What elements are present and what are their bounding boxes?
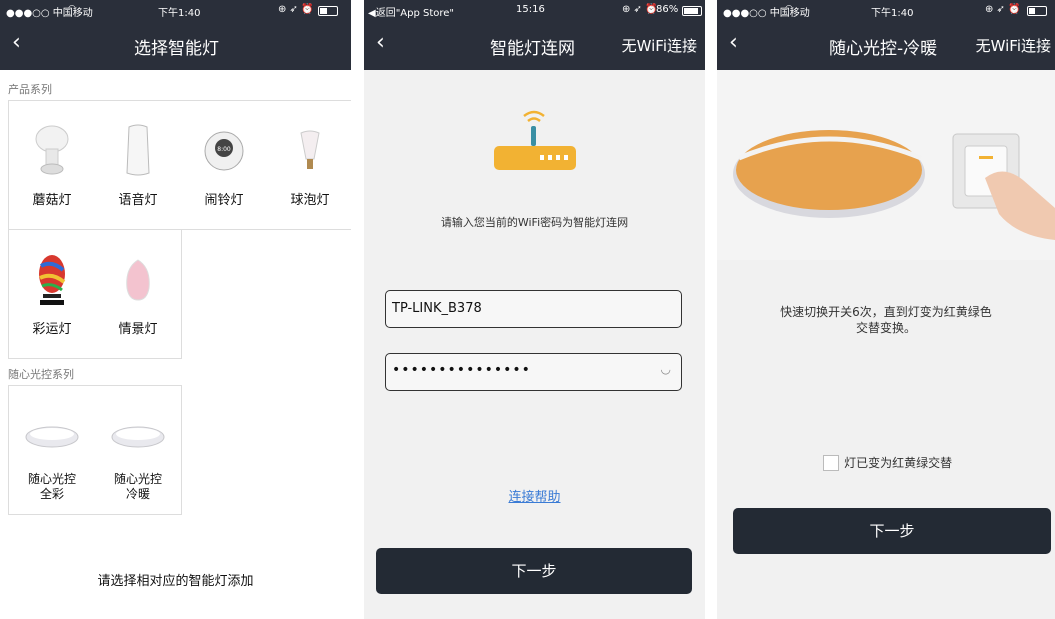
wifi-icon: ◠ [785,4,793,14]
label-line2: 全彩 [39,487,64,501]
battery-icon [318,6,338,16]
back-button[interactable]: ‹ [729,30,738,55]
ssid-value: TP-LINK_B378 [392,301,482,316]
status-icons: ⊕ ➶ ⏰ [278,4,314,15]
carrier-text: ●●●○○ 中国移动 [6,8,93,19]
alarm-lamp-icon: 8:00 [181,121,267,181]
product-mushroom-lamp[interactable]: 蘑菇灯 [9,101,96,230]
product-color-lamp[interactable]: 彩运灯 [9,230,96,359]
no-wifi-button[interactable]: 无WiFi连接 [976,35,1051,56]
nav-bar: ‹ 选择智能灯 [0,20,351,70]
illustration [717,70,1055,260]
nav-bar: ‹ 智能灯连网 无WiFi连接 [364,20,705,70]
product-voice-lamp[interactable]: 语音灯 [95,101,182,230]
bulb-lamp-icon [267,121,351,181]
control-grid: 随心光控 全彩 随心光控 冷暖 [8,385,182,515]
page-title: 随心光控-冷暖 [829,39,938,59]
product-control-fullcolor[interactable]: 随心光控 全彩 [9,386,96,515]
password-field[interactable]: ••••••••••••••• ◡ [385,353,682,391]
back-to-app-link[interactable]: ◀返回"App Store" [368,4,454,19]
connect-help-link[interactable]: 连接帮助 [364,486,705,505]
footer-hint: 请选择相对应的智能灯添加 [97,574,254,589]
product-label: 彩运灯 [32,322,72,337]
mushroom-lamp-icon [9,121,95,181]
confirm-checkbox[interactable] [823,454,839,471]
product-label: 球泡灯 [290,193,330,208]
product-label: 语音灯 [118,193,158,208]
product-label: 情景灯 [118,322,158,337]
checkbox-label: 灯已变为红黄绿交替 [844,456,953,470]
router-icon [490,104,578,180]
battery-icon [682,6,702,16]
status-icons: ⊕ ➶ ⏰ [985,4,1021,15]
ceiling-lamp-icon [95,406,181,466]
carrier-text: ●●●○○ 中国移动 [723,8,810,19]
color-lamp-icon [9,250,95,310]
next-button[interactable]: 下一步 [376,548,692,594]
voice-lamp-icon [95,121,181,181]
instruction-line1: 快速切换开关6次，直到灯变为红黄绿色 [780,305,992,319]
product-label: 蘑菇灯 [32,193,72,208]
scene-lamp-icon [95,250,181,310]
time-text: 下午1:40 [158,8,201,19]
product-label: 随心光控 冷暖 [95,472,181,502]
product-bulb-lamp[interactable]: 球泡灯 [267,101,351,230]
wifi-instruction: 请输入您当前的WiFi密码为智能灯连网 [440,216,629,229]
section-label-control: 随心光控系列 [8,368,74,381]
eye-icon[interactable]: ◡ [661,362,671,376]
product-alarm-lamp[interactable]: 8:00 闹铃灯 [181,101,268,230]
status-bar: ●●●○○ 中国移动 ◠ 下午1:40 ⊕ ➶ ⏰ [0,0,351,20]
section-label-products: 产品系列 [8,83,52,96]
time-text: 15:16 [516,4,545,15]
reset-instruction: 快速切换开关6次，直到灯变为红黄绿色 交替变换。 [717,304,1055,336]
ssid-field[interactable]: TP-LINK_B378 [385,290,682,328]
status-bar: ●●●○○ 中国移动 ◠ 下午1:40 ⊕ ➶ ⏰ [717,0,1055,20]
product-grid: 蘑菇灯 语音灯 8:00 闹铃灯 球泡灯 彩运灯 情景灯 [8,100,351,359]
status-icons: ⊕ ➶ ⏰ [622,4,658,15]
product-control-warmcool[interactable]: 随心光控 冷暖 [95,386,182,515]
label-line2: 冷暖 [125,487,150,501]
confirm-checkbox-row[interactable]: 灯已变为红黄绿交替 [823,452,952,471]
ceiling-lamp-icon [9,406,95,466]
nav-bar: ‹ 随心光控-冷暖 无WiFi连接 [717,20,1055,70]
password-value: ••••••••••••••• [392,362,531,378]
label-line1: 随心光控 [27,472,76,486]
ceiling-lamp-switch-illustration [733,130,1055,240]
back-button[interactable]: ‹ [376,30,385,55]
page-title: 选择智能灯 [134,39,219,59]
back-button[interactable]: ‹ [12,30,21,55]
status-bar: ◀返回"App Store" 15:16 ⊕ ➶ ⏰ 86% [364,0,705,20]
product-scene-lamp[interactable]: 情景灯 [95,230,182,359]
svg-text:8:00: 8:00 [217,146,231,153]
time-text: 下午1:40 [871,8,914,19]
page-title: 智能灯连网 [490,39,575,59]
label-line1: 随心光控 [113,472,162,486]
wifi-setup-screen: ◀返回"App Store" 15:16 ⊕ ➶ ⏰ 86% ‹ 智能灯连网 无… [364,0,705,619]
battery-icon [1027,6,1047,16]
next-button[interactable]: 下一步 [733,508,1051,554]
wifi-icon: ◠ [68,4,76,14]
battery-text: 86% [656,4,679,15]
product-label: 闹铃灯 [204,193,244,208]
reset-lamp-screen: ●●●○○ 中国移动 ◠ 下午1:40 ⊕ ➶ ⏰ ‹ 随心光控-冷暖 无WiF… [717,0,1055,619]
product-label: 随心光控 全彩 [9,472,95,502]
instruction-line2: 交替变换。 [855,321,916,335]
select-lamp-screen: ●●●○○ 中国移动 ◠ 下午1:40 ⊕ ➶ ⏰ ‹ 选择智能灯 产品系列 蘑… [0,0,351,619]
no-wifi-button[interactable]: 无WiFi连接 [622,35,697,56]
